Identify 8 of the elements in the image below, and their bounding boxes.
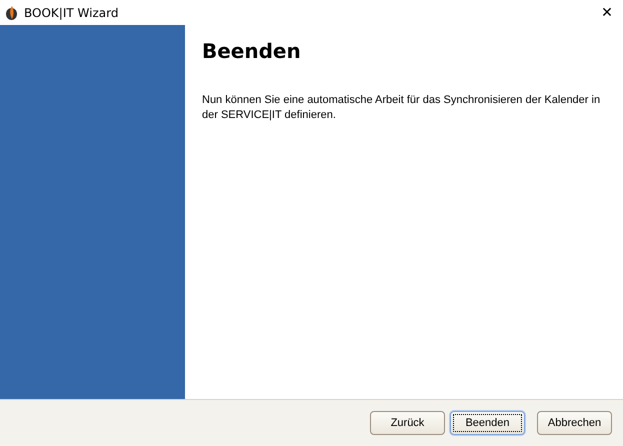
wizard-button[interactable]: Zurück bbox=[370, 411, 445, 435]
page-heading: Beenden bbox=[202, 39, 302, 63]
flame-icon bbox=[5, 5, 18, 20]
wizard-button[interactable]: Beenden bbox=[450, 411, 525, 435]
wizard-button[interactable]: Abbrechen bbox=[537, 411, 612, 435]
description-text: Nun können Sie eine automatische Arbeit für das Synchronisieren der Kalender in der SERVICE|IT definieren. bbox=[202, 93, 602, 123]
close-button[interactable]: ✕ bbox=[591, 0, 623, 25]
window-title: BOOK|IT Wizard bbox=[24, 6, 120, 20]
